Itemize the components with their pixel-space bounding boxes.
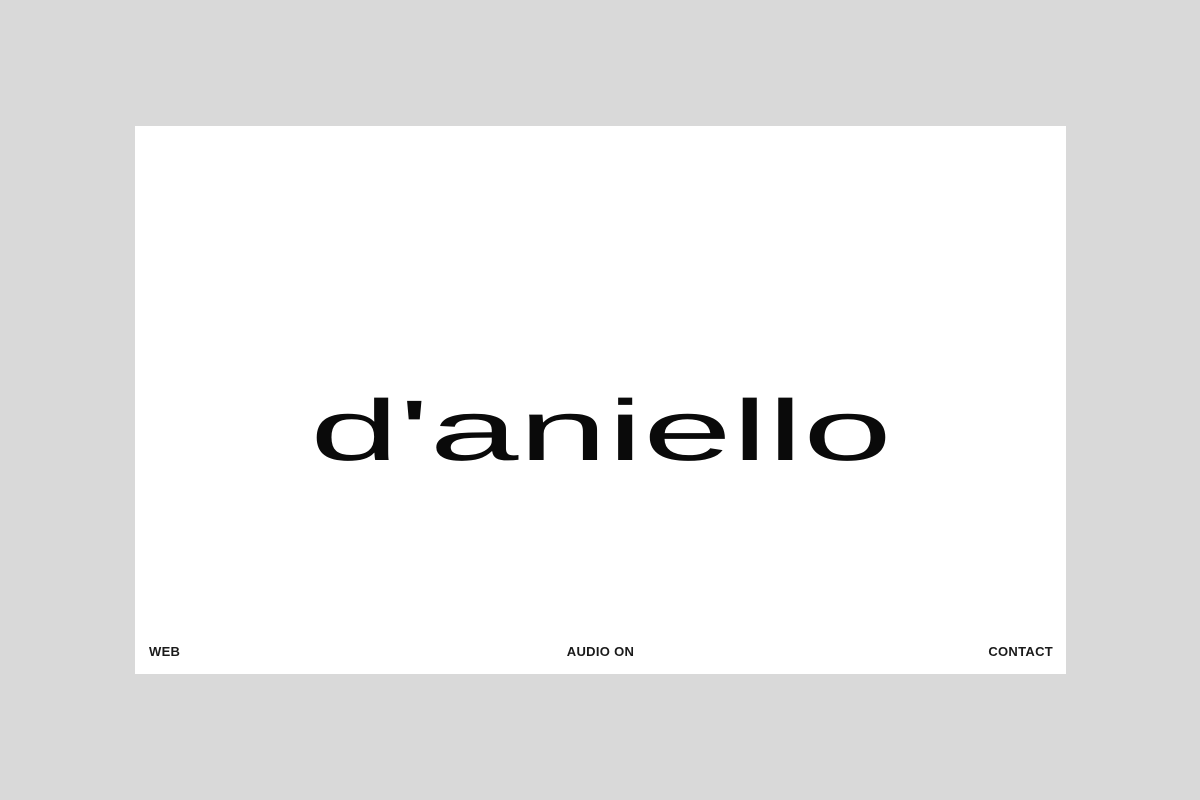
site-frame: d'aniello WEB AUDIO ON CONTACT [135, 126, 1066, 674]
nav-contact-link[interactable]: CONTACT [988, 644, 1053, 660]
brand-wordmark: d'aniello [135, 126, 1066, 674]
audio-toggle-button[interactable]: AUDIO ON [567, 644, 634, 660]
brand-logo: d'aniello [310, 392, 892, 472]
brand-logo-text: d'aniello [310, 392, 892, 472]
nav-web-link[interactable]: WEB [149, 644, 180, 660]
